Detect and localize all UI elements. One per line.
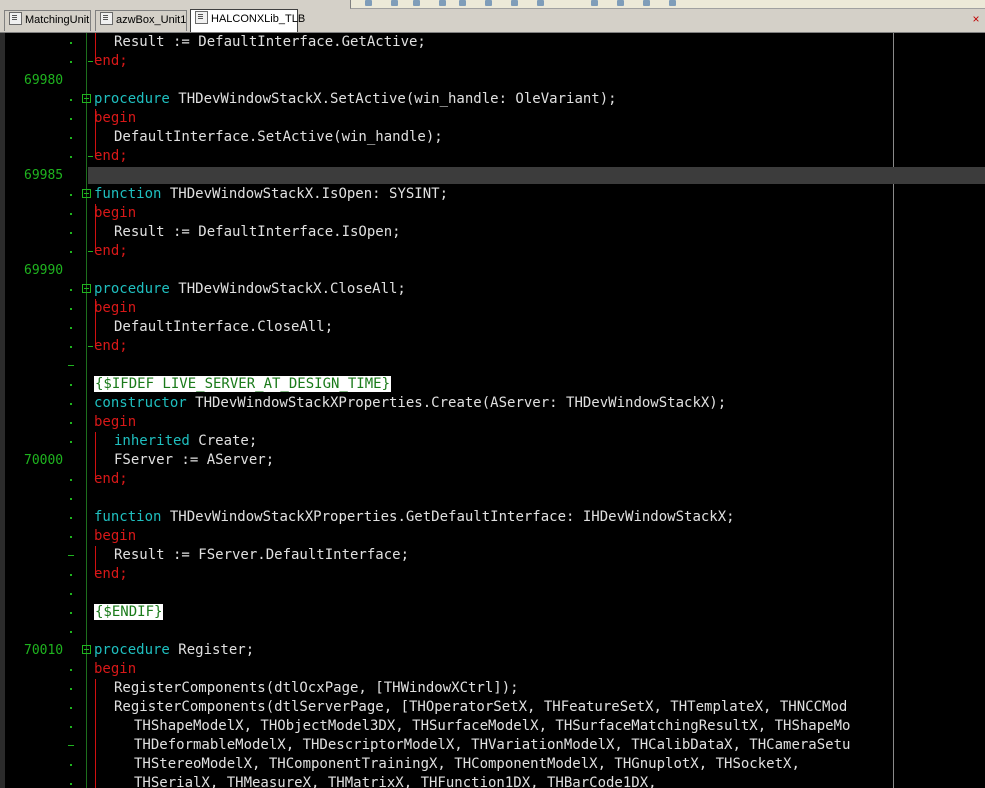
code-line: begin: [0, 299, 985, 318]
code-line: begin: [0, 527, 985, 546]
unit-file-icon: [100, 12, 113, 25]
compiler-directive: {$ENDIF}: [94, 604, 164, 620]
code-line: 70010 procedure Register;: [24, 642, 255, 658]
code-line: begin: [0, 109, 985, 128]
code-line: function THDevWindowStackX.IsOpen: SYSIN…: [0, 185, 985, 204]
code-line: THShapeModelX, THObjectModel3DX, THSurfa…: [0, 717, 985, 736]
fold-toggle-icon[interactable]: [82, 189, 91, 198]
code-line: DefaultInterface.CloseAll;: [0, 318, 985, 337]
code-line: function THDevWindowStackXProperties.Get…: [0, 508, 985, 527]
code-line: end;: [0, 470, 985, 489]
code-line: begin: [0, 204, 985, 223]
code-line: 69980: [0, 71, 985, 90]
code-line: {$IFDEF LIVE_SERVER_AT_DESIGN_TIME}: [0, 375, 985, 394]
code-line: Result := DefaultInterface.GetActive;: [0, 33, 985, 52]
close-tab-icon[interactable]: ×: [971, 13, 981, 25]
fold-toggle-icon[interactable]: [82, 284, 91, 293]
code-line: procedure THDevWindowStackX.CloseAll;: [0, 280, 985, 299]
line-number: 70010: [24, 643, 64, 658]
line-number: 69985: [24, 168, 64, 183]
code-line: [0, 622, 985, 641]
code-line: Result := FServer.DefaultInterface;: [0, 546, 985, 565]
code-line: end;: [0, 147, 985, 166]
line-number: 69990: [24, 263, 64, 278]
toolbar-strip: [350, 0, 985, 9]
code-line: constructor THDevWindowStackXProperties.…: [0, 394, 985, 413]
tab-azwbox-unit1[interactable]: azwBox_Unit1: [95, 10, 187, 31]
code-line: inherited Create;: [0, 432, 985, 451]
code-line: 69990: [0, 261, 985, 280]
code-line: [0, 356, 985, 375]
tab-label: HALCONXLib_TLB: [211, 13, 306, 25]
line-number: 70000: [24, 453, 64, 468]
code-line: begin: [0, 413, 985, 432]
code-line: 70000 FServer := AServer;: [24, 452, 275, 468]
tab-matchingunit[interactable]: MatchingUnit: [4, 10, 91, 31]
code-line: {$ENDIF}: [0, 603, 985, 622]
code-line: DefaultInterface.SetActive(win_handle);: [0, 128, 985, 147]
code-line: begin: [0, 660, 985, 679]
tab-halconxlib-tlb[interactable]: HALCONXLib_TLB: [190, 9, 305, 32]
code-line: THDeformableModelX, THDescriptorModelX, …: [0, 736, 985, 755]
editor-tab-bar: MatchingUnit azwBox_Unit1 HALCONXLib_TLB…: [0, 0, 985, 33]
code-editor[interactable]: Result := DefaultInterface.GetActive; en…: [0, 33, 985, 788]
unit-file-icon: [9, 12, 22, 25]
code-line: THSerialX, THMeasureX, THMatrixX, THFunc…: [0, 774, 985, 788]
tab-label: MatchingUnit: [25, 14, 90, 26]
code-line: procedure THDevWindowStackX.SetActive(wi…: [0, 90, 985, 109]
fold-toggle-icon[interactable]: [82, 94, 91, 103]
code-line: end;: [0, 565, 985, 584]
code-line: RegisterComponents(dtlOcxPage, [THWindow…: [0, 679, 985, 698]
code-line: [0, 584, 985, 603]
current-line: 69985: [0, 166, 985, 185]
code-line: end;: [0, 242, 985, 261]
line-number: 69980: [24, 73, 64, 88]
unit-file-icon: [195, 11, 208, 24]
code-line: end;: [0, 52, 985, 71]
code-line: [0, 489, 985, 508]
compiler-directive: {$IFDEF LIVE_SERVER_AT_DESIGN_TIME}: [94, 376, 392, 392]
code-line: end;: [0, 337, 985, 356]
code-line: THStereoModelX, THComponentTrainingX, TH…: [0, 755, 985, 774]
code-line: Result := DefaultInterface.IsOpen;: [0, 223, 985, 242]
fold-toggle-icon[interactable]: [82, 645, 91, 654]
code-line: RegisterComponents(dtlServerPage, [THOpe…: [0, 698, 985, 717]
tab-label: azwBox_Unit1: [116, 14, 187, 26]
